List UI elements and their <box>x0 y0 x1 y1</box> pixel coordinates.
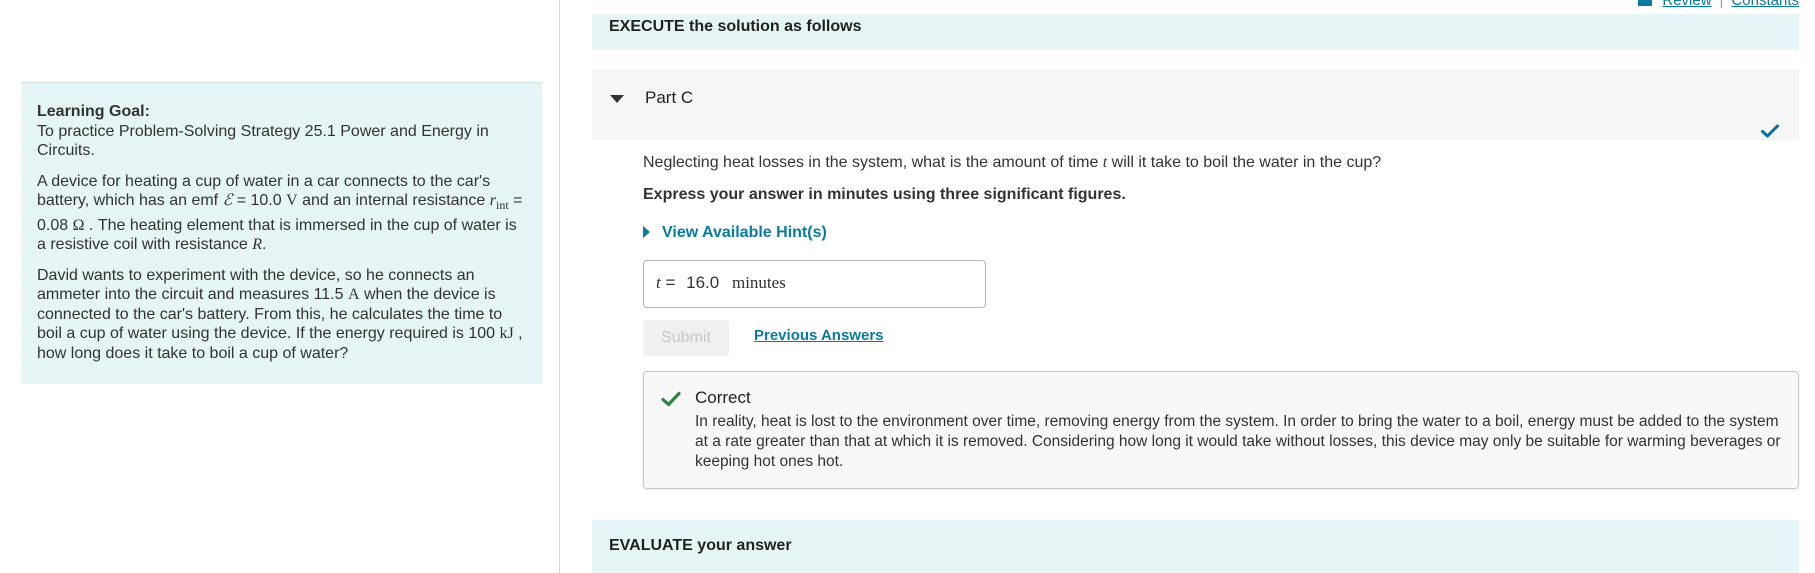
link-separator: | <box>1719 0 1724 9</box>
answer-value: 16.0 <box>686 273 720 292</box>
part-c-header[interactable]: Part C <box>592 70 1799 140</box>
answer-equals: = <box>665 273 676 292</box>
question-text: Neglecting heat losses in the system, wh… <box>643 154 1381 172</box>
answer-input[interactable]: t = 16.0 minutes <box>643 260 986 308</box>
book-icon <box>1638 0 1653 6</box>
learning-goal-title: Learning Goal: <box>37 103 150 120</box>
learning-goal-panel: Learning Goal: To practice Problem-Solvi… <box>21 82 542 384</box>
problem-paragraph-2: David wants to experiment with the devic… <box>37 266 529 364</box>
text: . The heating element that is immersed i… <box>37 216 517 254</box>
answer-unit: minutes <box>731 273 786 292</box>
constants-link[interactable]: Constants <box>1731 0 1799 9</box>
expand-triangle-icon <box>643 226 650 238</box>
R-symbol: R <box>252 236 262 254</box>
text: . <box>261 236 267 254</box>
view-hints-toggle[interactable]: View Available Hint(s) <box>643 224 827 242</box>
feedback-text: In reality, heat is lost to the environm… <box>695 413 1781 470</box>
text: = 10.0 <box>232 192 287 209</box>
unit-ohm: Ω <box>72 216 85 234</box>
column-divider <box>559 0 560 573</box>
learning-goal-intro: To practice Problem-Solving Strategy 25.… <box>37 122 489 160</box>
previous-answers-link[interactable]: Previous Answers <box>754 327 884 344</box>
problem-paragraph-1: A device for heating a cup of water in a… <box>37 172 529 255</box>
feedback-box: Correct In reality, heat is lost to the … <box>643 371 1799 489</box>
collapse-triangle-icon[interactable] <box>610 95 624 103</box>
text: Neglecting heat losses in the system, wh… <box>643 154 1103 171</box>
review-link[interactable]: Review <box>1662 0 1711 9</box>
part-title: Part C <box>645 88 694 107</box>
correct-check-icon <box>661 391 681 407</box>
unit-volt: V <box>286 192 298 209</box>
submit-button[interactable]: Submit <box>643 320 729 356</box>
top-links: Review | Constants <box>1638 0 1799 9</box>
answer-instruction: Express your answer in minutes using thr… <box>643 186 1126 203</box>
text: and an internal resistance <box>297 192 490 209</box>
execute-section-header: EXECUTE the solution as follows <box>592 14 1799 50</box>
checkmark-icon <box>1761 124 1779 138</box>
feedback-title: Correct <box>695 388 751 407</box>
answer-variable: t <box>656 273 661 292</box>
evaluate-section-header: EVALUATE your answer <box>592 520 1799 573</box>
text: will it take to boil the water in the cu… <box>1107 154 1382 171</box>
view-hints-label: View Available Hint(s) <box>662 224 827 241</box>
unit-ampere: A <box>347 286 360 304</box>
r-subscript: int <box>496 198 509 213</box>
unit-kilojoule: kJ <box>499 325 514 343</box>
emf-symbol: ℰ <box>222 192 233 209</box>
